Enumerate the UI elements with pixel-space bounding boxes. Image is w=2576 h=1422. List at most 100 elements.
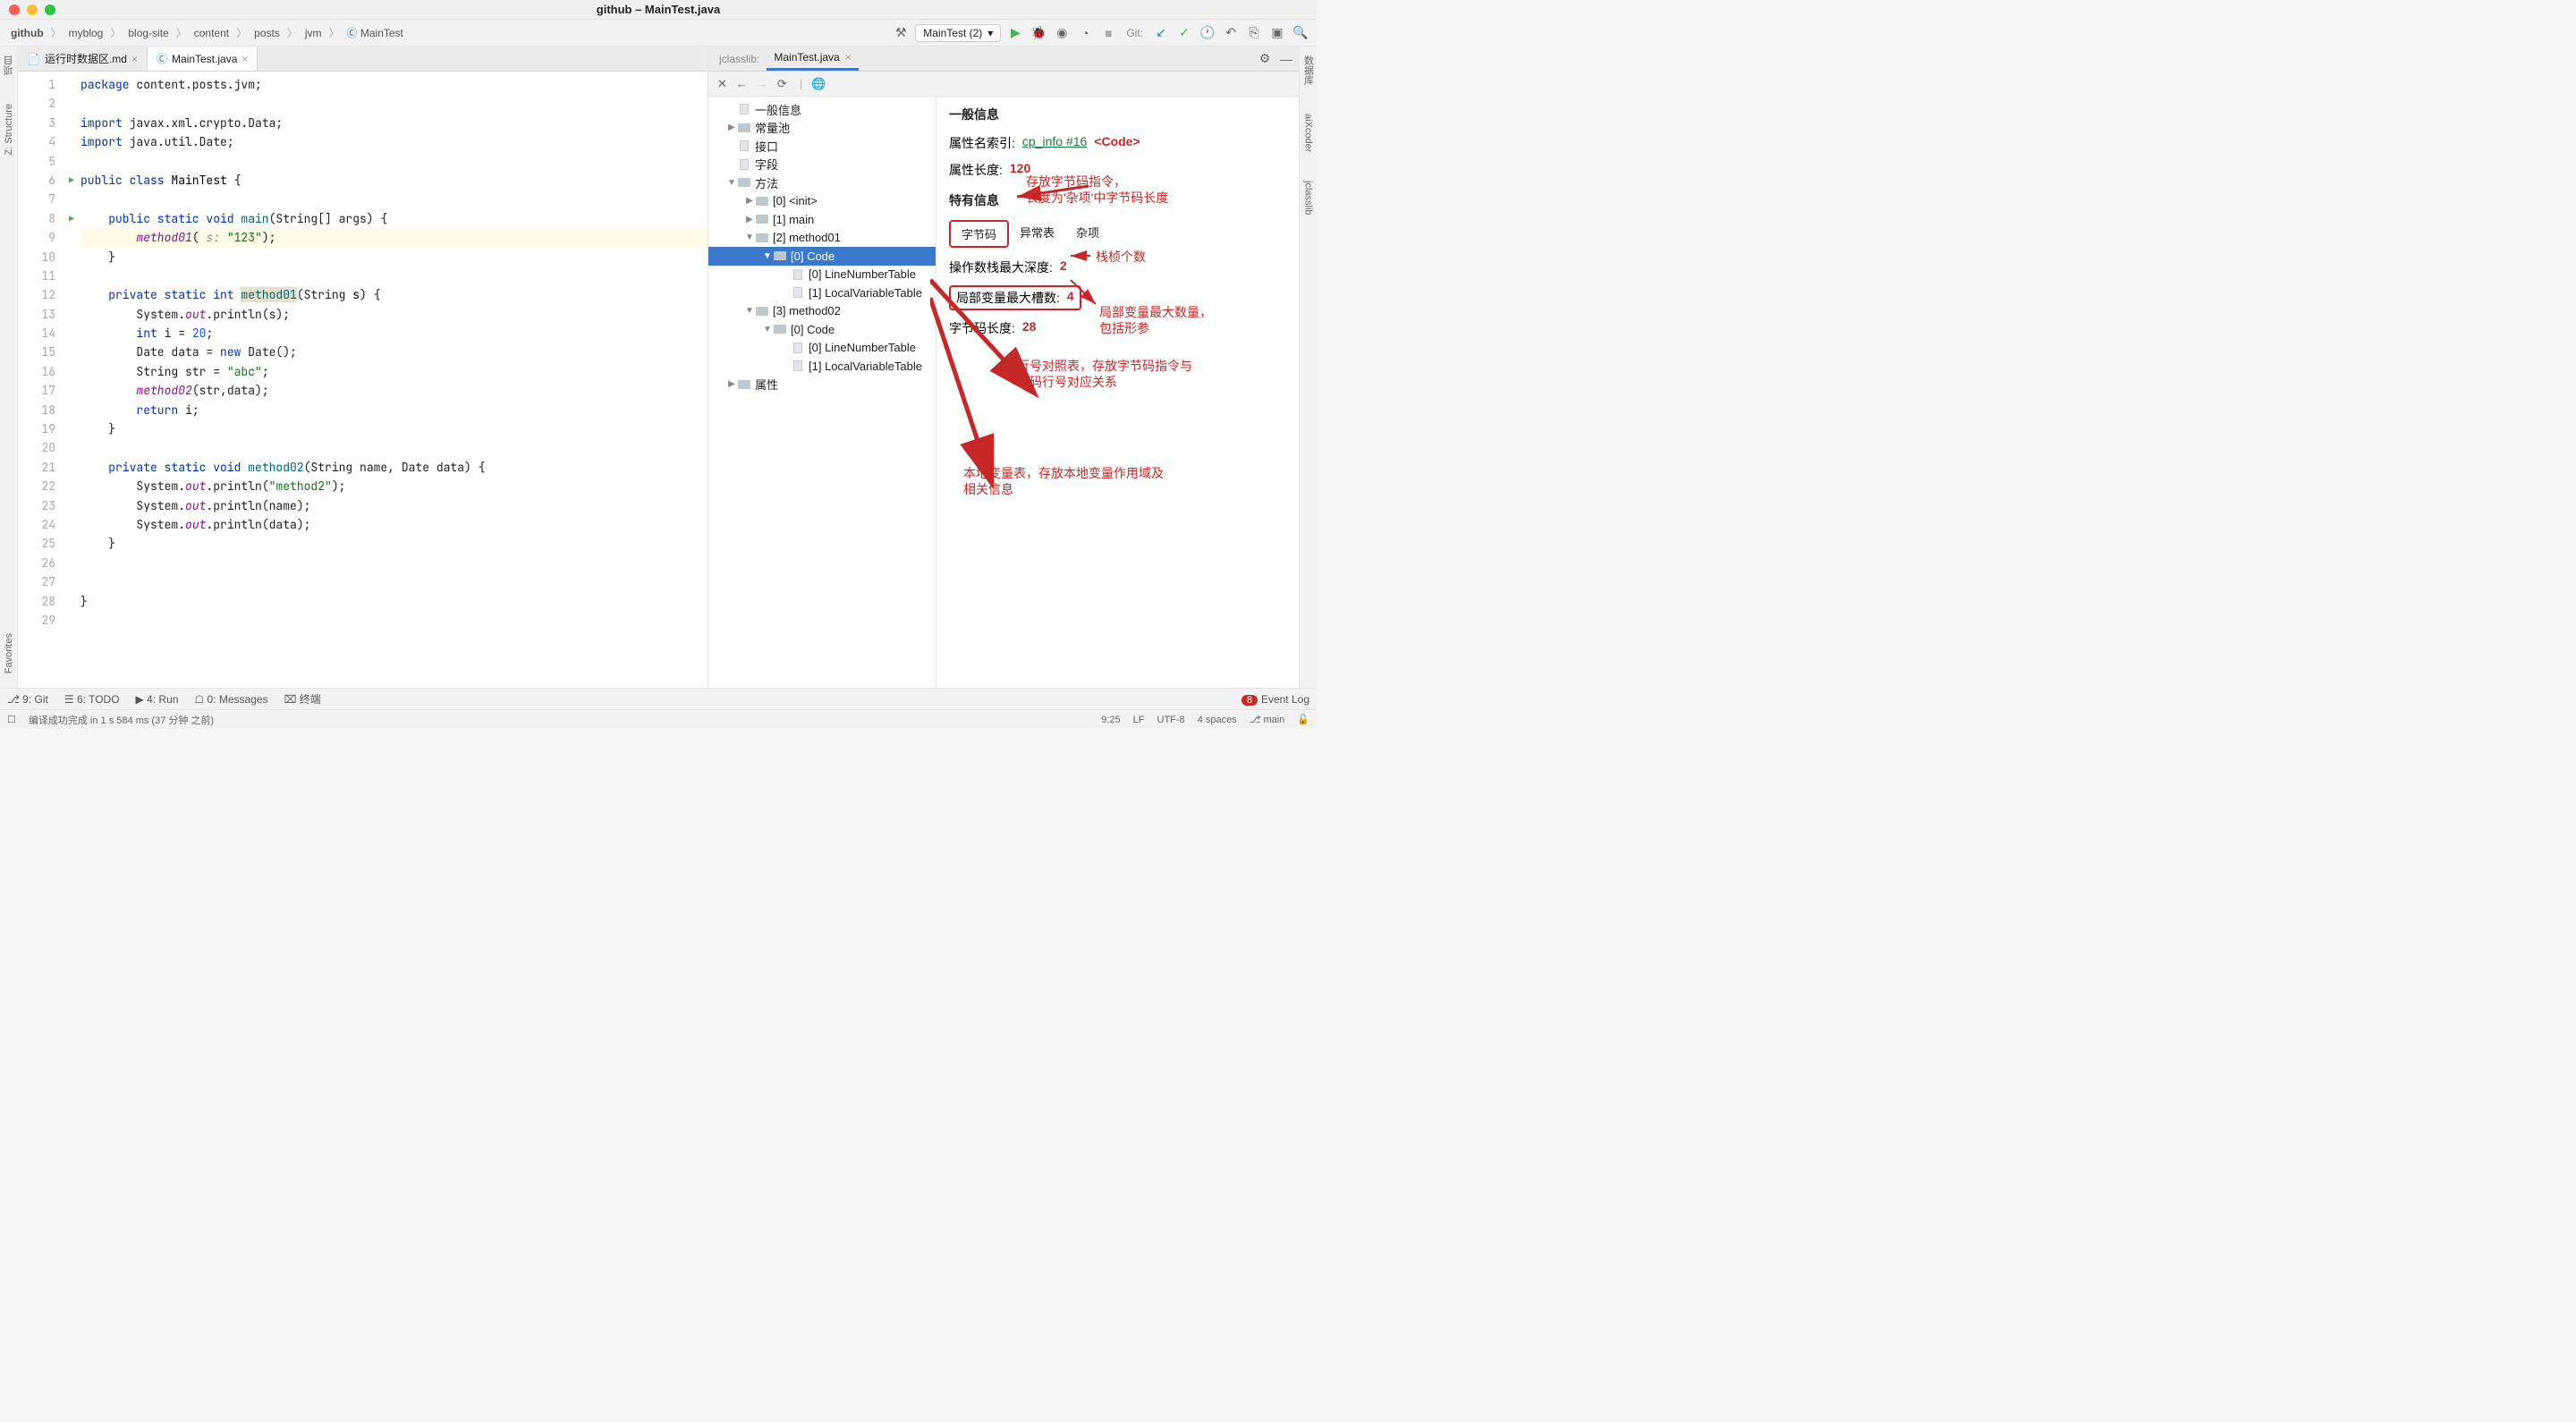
jtree-item[interactable]: [0] LineNumberTable [708,266,936,284]
minimize-icon[interactable]: — [1277,50,1295,68]
globe-icon[interactable]: 🌐 [811,77,826,91]
close-tab-icon[interactable]: ✕ [717,77,727,91]
detail-tab-exception[interactable]: 异常表 [1009,220,1065,248]
jclasslib-tab[interactable]: MainTest.java× [767,47,858,71]
marker-gutter: ▶▶ [63,72,80,688]
breadcrumbs[interactable]: github〉myblog〉blog-site〉content〉posts〉jv… [7,23,407,42]
attr-name-label: 属性名索引: [949,134,1015,152]
chevron-down-icon: ▾ [987,27,993,39]
file-icon [737,158,751,171]
run-tool[interactable]: ▶ 4: Run [136,693,179,706]
close-icon[interactable]: × [242,53,248,65]
jtree-item[interactable]: ▼[0] Code [708,247,936,266]
git-label: Git: [1126,27,1143,39]
run-config-selector[interactable]: MainTest (2) ▾ [915,24,1001,42]
jtree-item[interactable]: ▶[1] main [708,210,936,229]
git-rollback-icon[interactable]: ↶ [1222,24,1240,42]
jtree-item[interactable]: 接口 [708,137,936,156]
jtree-item[interactable]: ▼[2] method01 [708,229,936,248]
close-window-button[interactable] [9,4,20,15]
max-stack-val: 2 [1060,258,1067,276]
jtree-item[interactable]: ▶[0] <init> [708,192,936,211]
aixcoder-tool[interactable]: aiXcoder [1303,108,1314,157]
attr-name-extra: <Code> [1094,134,1140,152]
git-update-icon[interactable]: ↙ [1152,24,1170,42]
indent-setting[interactable]: 4 spaces [1198,715,1237,725]
breadcrumb-item[interactable]: posts [250,25,284,41]
forward-icon[interactable]: → [757,77,768,90]
file-icon [737,103,751,115]
lock-icon[interactable]: 🔓 [1297,714,1309,725]
structure-tool[interactable]: Z: Structure [4,98,14,160]
max-locals-val: 4 [1067,289,1074,307]
git-tool[interactable]: ⎇ 9: Git [7,693,48,706]
git-branch[interactable]: ⎇ main [1250,714,1285,725]
gear-icon[interactable]: ⚙ [1256,50,1274,68]
jtree-item[interactable]: 一般信息 [708,100,936,119]
maximize-window-button[interactable] [45,4,55,15]
jclasslib-pane: jclasslib: MainTest.java× ⚙ — ✕ ← → ⟳ | … [708,47,1299,688]
terminal-tool[interactable]: ⌧ 终端 [284,691,321,707]
jtree-item[interactable]: ▼[3] method02 [708,302,936,321]
right-tool-gutter: 数据库 aiXcoder jclasslib [1299,47,1317,688]
jclasslib-tool[interactable]: jclasslib [1303,175,1314,221]
hammer-icon[interactable]: ⚒ [892,24,910,42]
event-log-tool[interactable]: 8Event Log [1241,693,1309,706]
stop-icon[interactable]: ■ [1099,24,1117,42]
git-commit-icon[interactable]: ✓ [1175,24,1193,42]
editor-tab[interactable]: ⒸMainTest.java× [148,47,258,71]
search-icon[interactable]: 🔍 [1292,24,1309,42]
file-encoding[interactable]: UTF-8 [1157,715,1185,725]
favorites-tool[interactable]: Favorites [4,628,14,679]
jtree-item[interactable]: 字段 [708,156,936,174]
refresh-icon[interactable]: ⟳ [777,77,787,91]
jtree-item[interactable]: [1] LocalVariableTable [708,284,936,302]
jtree-item[interactable]: ▼方法 [708,174,936,192]
minimize-window-button[interactable] [27,4,38,15]
project-tool[interactable]: 项目 [2,50,16,80]
vcs-toolbar-icon[interactable]: ⎘ [1245,24,1263,42]
detail-tab-bytecode[interactable]: 字节码 [949,220,1009,248]
coverage-icon[interactable]: ◉ [1053,24,1071,42]
code-editor[interactable]: package content.posts.jvm;import javax.x… [80,72,708,688]
panel-icon[interactable]: ▣ [1268,24,1286,42]
jtree-item[interactable]: [0] LineNumberTable [708,339,936,358]
detail-tab-misc[interactable]: 杂项 [1065,220,1110,248]
breadcrumb-item[interactable]: Ⓒ MainTest [343,23,407,42]
jtree-item[interactable]: ▶属性 [708,376,936,394]
editor-tabs: 📄运行时数据区.md×ⒸMainTest.java× [18,47,708,72]
debug-icon[interactable]: 🐞 [1030,24,1047,42]
breadcrumb-item[interactable]: jvm [301,25,326,41]
breadcrumb-item[interactable]: github [7,25,47,41]
run-icon[interactable]: ▶ [1006,24,1024,42]
breadcrumb-item[interactable]: myblog [65,25,107,41]
jtree-item[interactable]: ▶常量池 [708,119,936,138]
attr-len-label: 属性长度: [949,161,1003,179]
left-tool-gutter: 项目 Z: Structure Favorites [0,47,18,688]
line-separator[interactable]: LF [1133,715,1145,725]
jclasslib-tree[interactable]: 一般信息▶常量池接口字段▼方法▶[0] <init>▶[1] main▼[2] … [708,97,936,688]
breadcrumb-item[interactable]: content [191,25,233,41]
jtree-item[interactable]: [1] LocalVariableTable [708,357,936,376]
annotation-linenum: 行号对照表，存放字节码指令与 代码行号对应关系 [1017,358,1192,390]
todo-tool[interactable]: ☰ 6: TODO [64,693,120,706]
folder-icon [755,213,769,225]
close-icon[interactable]: × [131,53,138,65]
jclasslib-detail: 一般信息 属性名索引: cp_info #16 <Code> 属性长度: 120… [936,97,1299,688]
attr-name-link[interactable]: cp_info #16 [1022,134,1087,152]
folder-icon [755,305,769,317]
cursor-position[interactable]: 9:25 [1101,715,1120,725]
run-config-label: MainTest (2) [923,27,982,39]
back-icon[interactable]: ← [736,77,748,90]
folder-icon [755,195,769,207]
messages-tool[interactable]: ☖ 0: Messages [194,693,267,706]
folder-icon [773,323,787,335]
profile-icon[interactable]: ◔ [1076,24,1094,42]
attr-len-val: 120 [1010,161,1030,179]
breadcrumb-item[interactable]: blog-site [124,25,172,41]
database-tool[interactable]: 数据库 [1301,50,1316,90]
close-icon[interactable]: × [845,51,852,63]
jtree-item[interactable]: ▼[0] Code [708,320,936,339]
editor-tab[interactable]: 📄运行时数据区.md× [18,47,148,71]
git-history-icon[interactable]: 🕐 [1199,24,1216,42]
